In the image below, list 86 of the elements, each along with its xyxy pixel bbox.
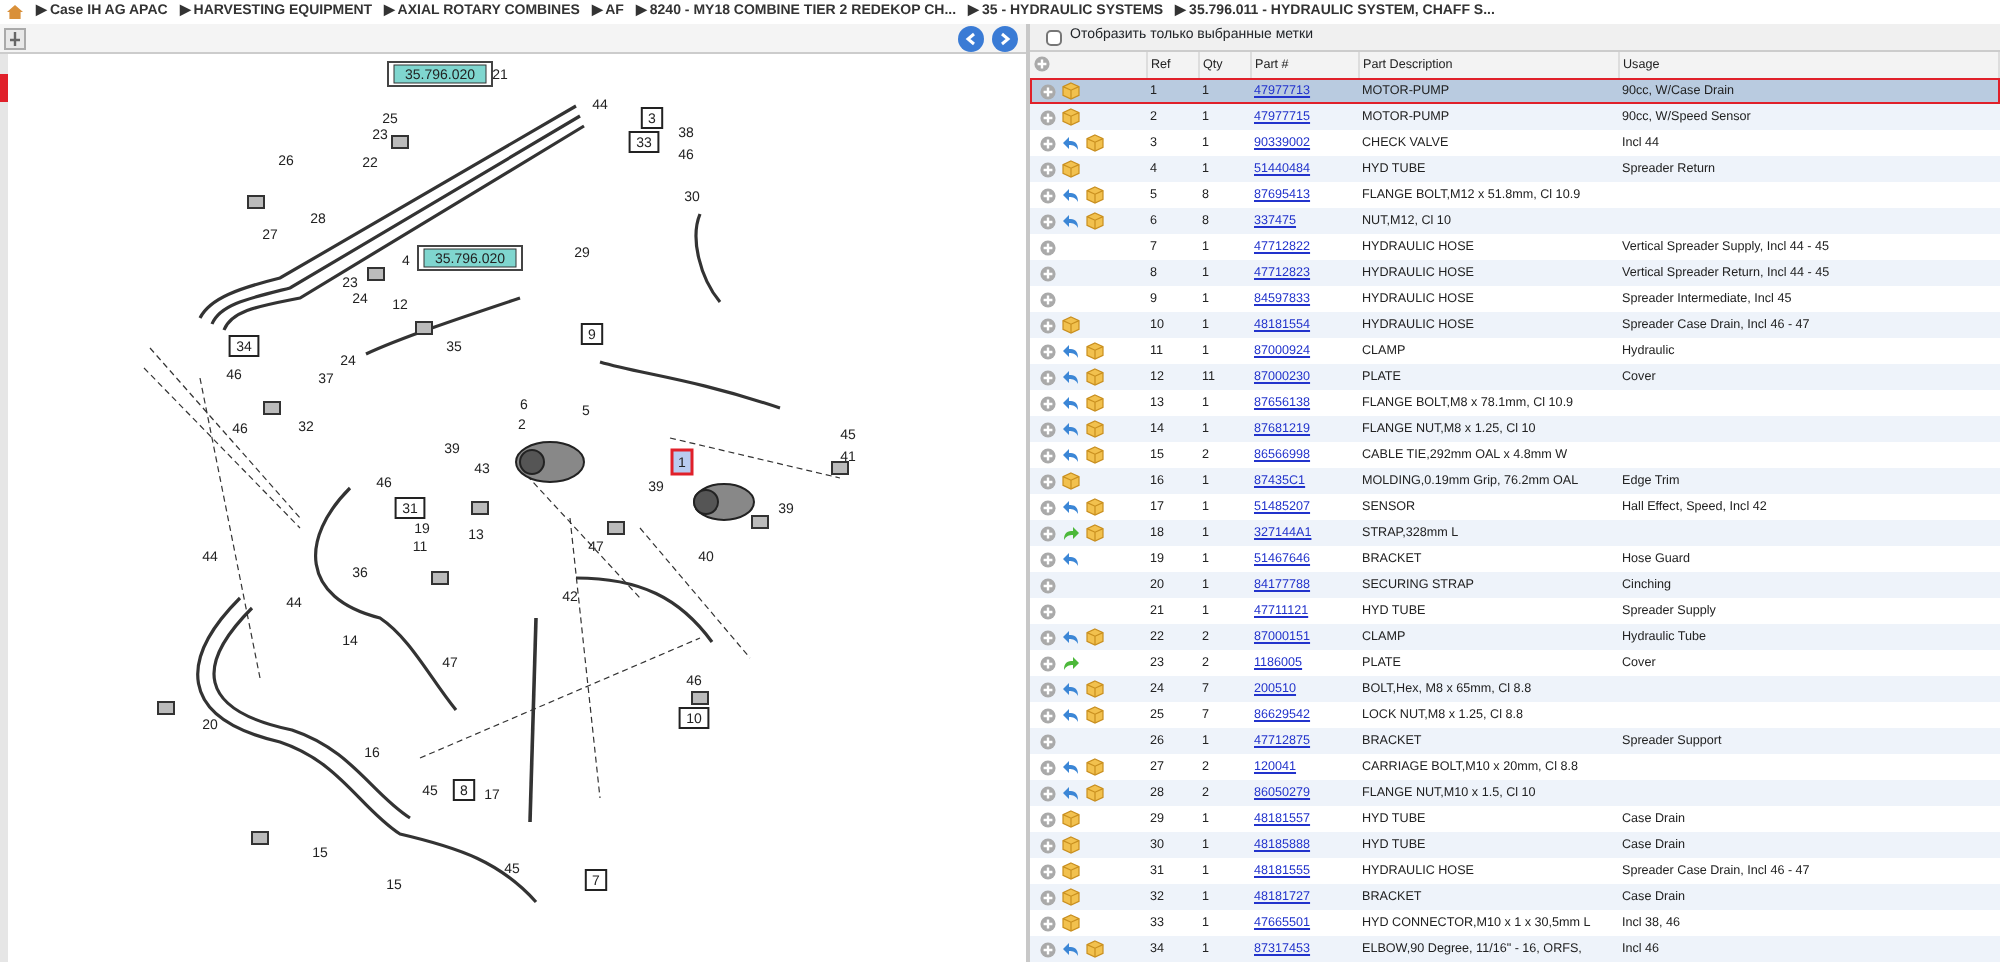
package-icon[interactable]: [1062, 472, 1080, 490]
expand-icon[interactable]: [1040, 629, 1056, 645]
expand-icon[interactable]: [1040, 109, 1056, 125]
package-icon[interactable]: [1086, 368, 1104, 386]
package-icon[interactable]: [1086, 524, 1104, 542]
expand-icon[interactable]: [1040, 369, 1056, 385]
expand-icon[interactable]: [1040, 889, 1056, 905]
package-icon[interactable]: [1062, 888, 1080, 906]
package-icon[interactable]: [1086, 498, 1104, 516]
forward-button[interactable]: [992, 25, 1018, 51]
expand-all-icon[interactable]: [1034, 55, 1050, 72]
curved-arrow-icon[interactable]: [1062, 499, 1080, 515]
expand-icon[interactable]: [1040, 187, 1056, 203]
curved-arrow-icon[interactable]: [1062, 343, 1080, 359]
package-icon[interactable]: [1086, 394, 1104, 412]
expand-icon[interactable]: [1040, 837, 1056, 853]
curved-arrow-icon[interactable]: [1062, 655, 1080, 671]
package-icon[interactable]: [1086, 134, 1104, 152]
package-icon[interactable]: [1086, 628, 1104, 646]
curved-arrow-icon[interactable]: [1062, 759, 1080, 775]
curved-arrow-icon[interactable]: [1062, 187, 1080, 203]
package-icon[interactable]: [1086, 212, 1104, 230]
package-icon[interactable]: [1062, 316, 1080, 334]
expand-icon[interactable]: [1040, 473, 1056, 489]
package-icon[interactable]: [1086, 186, 1104, 204]
curved-arrow-icon[interactable]: [1062, 707, 1080, 723]
filter-checkbox[interactable]: [1046, 29, 1062, 45]
expand-icon[interactable]: [1040, 395, 1056, 411]
expand-icon[interactable]: [1040, 525, 1056, 541]
package-icon[interactable]: [1086, 940, 1104, 958]
curved-arrow-icon[interactable]: [1062, 447, 1080, 463]
curved-arrow-icon[interactable]: [1062, 785, 1080, 801]
expand-icon[interactable]: [1040, 863, 1056, 879]
back-button[interactable]: [958, 25, 984, 51]
expand-icon[interactable]: [1040, 759, 1056, 775]
expand-icon[interactable]: [1040, 577, 1056, 593]
expand-icon[interactable]: [1040, 681, 1056, 697]
expand-icon[interactable]: [1040, 655, 1056, 671]
package-icon[interactable]: [1062, 836, 1080, 854]
home-icon[interactable]: [6, 4, 24, 20]
package-icon[interactable]: [1062, 810, 1080, 828]
expand-icon[interactable]: [1040, 603, 1056, 619]
expand-icon[interactable]: [1040, 343, 1056, 359]
expand-icon[interactable]: [1040, 265, 1056, 281]
package-icon[interactable]: [1086, 446, 1104, 464]
package-icon[interactable]: [1062, 862, 1080, 880]
package-icon[interactable]: [1086, 706, 1104, 724]
expand-icon[interactable]: [1040, 785, 1056, 801]
package-icon[interactable]: [1086, 680, 1104, 698]
expand-icon[interactable]: [1040, 213, 1056, 229]
expand-icon[interactable]: [1040, 135, 1056, 151]
package-icon[interactable]: [1062, 108, 1080, 126]
motor-pump-drawing: [693, 483, 755, 521]
curved-arrow-icon[interactable]: [1062, 525, 1080, 541]
package-icon[interactable]: [1086, 758, 1104, 776]
package-icon[interactable]: [1086, 342, 1104, 360]
curved-arrow-icon[interactable]: [1062, 135, 1080, 151]
package-icon[interactable]: [1062, 914, 1080, 932]
curved-arrow-icon[interactable]: [1062, 681, 1080, 697]
motor-pump-drawing: [515, 441, 585, 483]
expand-icon[interactable]: [1040, 447, 1056, 463]
expand-icon[interactable]: [1040, 83, 1056, 100]
expand-icon[interactable]: [1040, 421, 1056, 437]
expand-icon[interactable]: [1040, 915, 1056, 931]
curved-arrow-icon[interactable]: [1062, 941, 1080, 957]
curved-arrow-icon[interactable]: [1062, 395, 1080, 411]
expand-icon[interactable]: [1040, 941, 1056, 957]
expand-icon[interactable]: [1040, 707, 1056, 723]
expand-icon[interactable]: [1040, 551, 1056, 567]
expand-icon[interactable]: [1040, 499, 1056, 515]
curved-arrow-icon[interactable]: [1062, 629, 1080, 645]
package-icon[interactable]: [1062, 160, 1080, 178]
package-icon[interactable]: [1062, 82, 1080, 101]
package-icon[interactable]: [1086, 420, 1104, 438]
expand-icon[interactable]: [1040, 811, 1056, 827]
expand-icon[interactable]: [1040, 291, 1056, 307]
position-marker: [0, 74, 8, 102]
curved-arrow-icon[interactable]: [1062, 213, 1080, 229]
expand-icon[interactable]: [1040, 161, 1056, 177]
expand-icon[interactable]: [1040, 317, 1056, 333]
expand-icon[interactable]: [1040, 733, 1056, 749]
curved-arrow-icon[interactable]: [1062, 421, 1080, 437]
package-icon[interactable]: [1086, 784, 1104, 802]
expand-icon[interactable]: [1040, 239, 1056, 255]
curved-arrow-icon[interactable]: [1062, 369, 1080, 385]
curved-arrow-icon[interactable]: [1062, 551, 1080, 567]
